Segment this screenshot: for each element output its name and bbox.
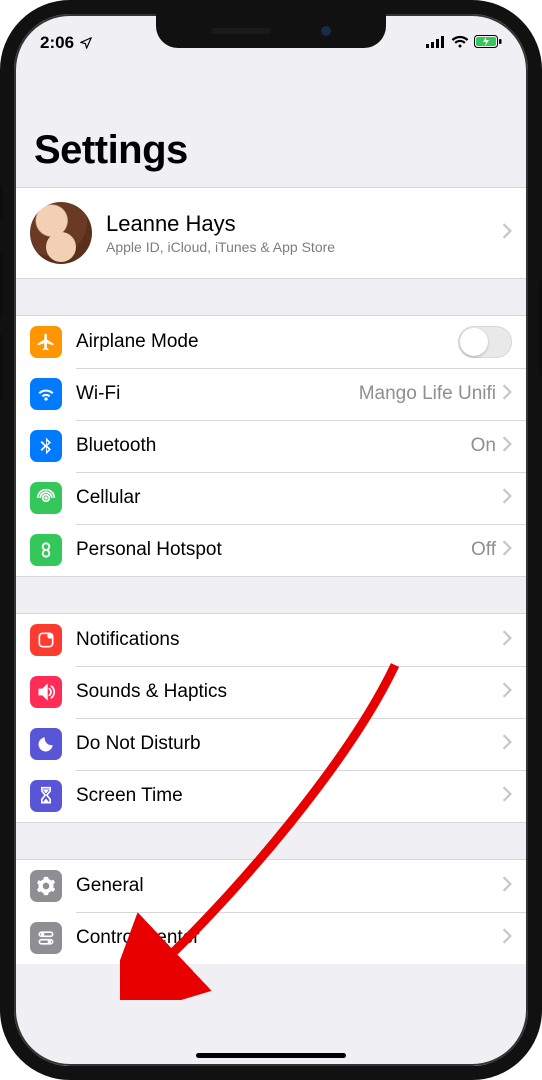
sounds-row[interactable]: Sounds & Haptics xyxy=(14,666,528,718)
home-indicator[interactable] xyxy=(196,1053,346,1058)
chevron-right-icon xyxy=(502,630,512,651)
chevron-right-icon xyxy=(502,928,512,949)
hotspot-icon xyxy=(30,534,62,566)
location-icon xyxy=(79,36,93,50)
control-center-icon xyxy=(30,922,62,954)
wifi-icon xyxy=(30,378,62,410)
profile-group: Leanne Hays Apple ID, iCloud, iTunes & A… xyxy=(14,187,528,279)
group-gap xyxy=(14,279,528,315)
notifications-row[interactable]: Notifications xyxy=(14,614,528,666)
cellular-row[interactable]: Cellular xyxy=(14,472,528,524)
hotspot-detail: Off xyxy=(471,539,496,561)
bluetooth-detail: On xyxy=(471,435,496,457)
chevron-right-icon xyxy=(502,540,512,561)
group-gap xyxy=(14,577,528,613)
apple-id-row[interactable]: Leanne Hays Apple ID, iCloud, iTunes & A… xyxy=(14,188,528,278)
dnd-label: Do Not Disturb xyxy=(76,733,502,755)
battery-charging-icon xyxy=(474,33,502,53)
airplane-label: Airplane Mode xyxy=(76,331,458,353)
mute-switch xyxy=(0,185,3,219)
control-center-label: Control Center xyxy=(76,927,502,949)
status-left: 2:06 xyxy=(40,33,93,53)
status-time: 2:06 xyxy=(40,33,74,53)
group-gap xyxy=(14,823,528,859)
profile-subtitle: Apple ID, iCloud, iTunes & App Store xyxy=(106,239,502,255)
page-title: Settings xyxy=(14,58,528,187)
notch xyxy=(156,14,386,48)
wifi-status-icon xyxy=(451,33,469,53)
chevron-right-icon xyxy=(502,436,512,457)
bluetooth-row[interactable]: Bluetooth On xyxy=(14,420,528,472)
alerts-group: Notifications Sounds & Haptics Do Not Di… xyxy=(14,613,528,823)
avatar xyxy=(30,202,92,264)
gear-icon xyxy=(30,870,62,902)
chevron-right-icon xyxy=(502,682,512,703)
chevron-right-icon xyxy=(502,876,512,897)
chevron-right-icon xyxy=(502,488,512,509)
airplane-mode-row[interactable]: Airplane Mode xyxy=(14,316,528,368)
cellular-icon xyxy=(30,482,62,514)
bluetooth-icon xyxy=(30,430,62,462)
chevron-right-icon xyxy=(502,786,512,807)
screentime-label: Screen Time xyxy=(76,785,502,807)
dnd-icon xyxy=(30,728,62,760)
notifications-icon xyxy=(30,624,62,656)
system-group: General Control Center xyxy=(14,859,528,964)
control-center-row[interactable]: Control Center xyxy=(14,912,528,964)
volume-down-button xyxy=(0,334,3,400)
general-row[interactable]: General xyxy=(14,860,528,912)
sounds-label: Sounds & Haptics xyxy=(76,681,502,703)
chevron-right-icon xyxy=(502,384,512,405)
cellular-label: Cellular xyxy=(76,487,502,509)
sounds-icon xyxy=(30,676,62,708)
chevron-right-icon xyxy=(502,223,512,244)
profile-name: Leanne Hays xyxy=(106,211,502,237)
notifications-label: Notifications xyxy=(76,629,502,651)
status-right xyxy=(426,33,502,53)
wifi-detail: Mango Life Unifi xyxy=(359,383,496,405)
cell-signal-icon xyxy=(426,33,446,53)
connectivity-group: Airplane Mode Wi-Fi Mango Life Unifi Blu… xyxy=(14,315,528,577)
bluetooth-label: Bluetooth xyxy=(76,435,471,457)
screentime-row[interactable]: Screen Time xyxy=(14,770,528,822)
wifi-label: Wi-Fi xyxy=(76,383,359,405)
dnd-row[interactable]: Do Not Disturb xyxy=(14,718,528,770)
airplane-icon xyxy=(30,326,62,358)
volume-up-button xyxy=(0,252,3,318)
phone-screen: 2:06 Settings Leanne Hays Apple ID, iClo… xyxy=(14,14,528,1066)
hotspot-row[interactable]: Personal Hotspot Off xyxy=(14,524,528,576)
chevron-right-icon xyxy=(502,734,512,755)
hotspot-label: Personal Hotspot xyxy=(76,539,471,561)
wifi-row[interactable]: Wi-Fi Mango Life Unifi xyxy=(14,368,528,420)
general-label: General xyxy=(76,875,502,897)
screentime-icon xyxy=(30,780,62,812)
airplane-toggle[interactable] xyxy=(458,326,512,358)
